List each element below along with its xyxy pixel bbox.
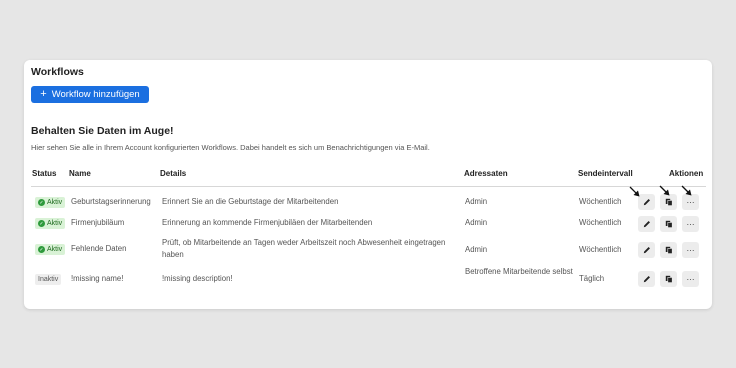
arrow-icon (659, 185, 670, 196)
edit-button[interactable] (638, 271, 655, 287)
status-badge: Inaktiv (35, 274, 62, 285)
add-workflow-button[interactable]: + Workflow hinzufügen (31, 86, 149, 103)
copy-button[interactable] (660, 242, 677, 258)
check-icon: ✓ (38, 246, 45, 253)
section-description: Hier sehen Sie alle in Ihrem Account kon… (31, 143, 430, 152)
header-details: Details (160, 169, 187, 178)
more-icon: ··· (686, 197, 695, 207)
row-recipients: Admin (465, 245, 488, 254)
pencil-icon (643, 276, 650, 283)
more-button[interactable]: ··· (682, 271, 699, 287)
more-icon: ··· (686, 219, 695, 229)
row-details: Erinnerung an kommende Firmenjubiläen de… (162, 218, 373, 227)
copy-button[interactable] (660, 216, 677, 232)
arrow-icon (629, 186, 640, 197)
row-interval: Wöchentlich (579, 197, 622, 206)
status-badge: ✓ Aktiv (35, 218, 66, 229)
row-recipients: Betroffene Mitarbeitende selbst (465, 267, 573, 276)
arrow-icon (681, 185, 692, 196)
copy-icon (665, 246, 673, 254)
check-icon: ✓ (38, 220, 45, 227)
row-details: Erinnert Sie an die Geburtstage der Mita… (162, 197, 339, 206)
row-interval: Täglich (579, 274, 605, 283)
header-name: Name (69, 169, 91, 178)
row-interval: Wöchentlich (579, 218, 622, 227)
pencil-icon (643, 247, 650, 254)
header-divider (31, 186, 706, 187)
header-actions: Aktionen (669, 169, 704, 178)
table-row: Inaktiv !missing name! !missing descript… (24, 265, 712, 297)
table-row: ✓ Aktiv Fehlende Daten Prüft, ob Mitarbe… (24, 238, 712, 266)
edit-button[interactable] (638, 242, 655, 258)
row-recipients: Admin (465, 197, 488, 206)
status-label: Inaktiv (38, 276, 59, 283)
status-badge: ✓ Aktiv (35, 197, 66, 208)
row-name: Fehlende Daten (71, 244, 127, 253)
more-button[interactable]: ··· (682, 242, 699, 258)
copy-button[interactable] (660, 271, 677, 287)
table-row: ✓ Aktiv Geburtstagserinnerung Erinnert S… (24, 191, 712, 215)
plus-icon: + (40, 88, 47, 100)
header-status: Status (32, 169, 57, 178)
row-name: Firmenjubiläum (71, 218, 125, 227)
more-icon: ··· (686, 245, 695, 255)
edit-button[interactable] (638, 216, 655, 232)
add-workflow-label: Workflow hinzufügen (51, 89, 140, 100)
copy-icon (665, 275, 673, 283)
row-name: !missing name! (71, 274, 124, 283)
pencil-icon (643, 199, 650, 206)
row-interval: Wöchentlich (579, 245, 622, 254)
more-icon: ··· (686, 274, 695, 284)
row-details: !missing description! (162, 274, 233, 283)
more-button[interactable]: ··· (682, 216, 699, 232)
copy-icon (665, 198, 673, 206)
table-row: ✓ Aktiv Firmenjubiläum Erinnerung an kom… (24, 215, 712, 239)
status-label: Aktiv (47, 246, 63, 253)
section-title: Behalten Sie Daten im Auge! (31, 125, 174, 137)
header-recipients: Adressaten (464, 169, 508, 178)
row-name: Geburtstagserinnerung (71, 197, 151, 206)
workflows-card: Workflows + Workflow hinzufügen Behalten… (24, 60, 712, 309)
row-details: Prüft, ob Mitarbeitende an Tagen weder A… (162, 238, 446, 259)
row-recipients: Admin (465, 218, 488, 227)
page-title: Workflows (31, 66, 84, 78)
copy-icon (665, 220, 673, 228)
pencil-icon (643, 221, 650, 228)
check-icon: ✓ (38, 199, 45, 206)
status-label: Aktiv (47, 199, 63, 206)
status-label: Aktiv (47, 220, 63, 227)
header-interval: Sendeintervall (578, 169, 633, 178)
status-badge: ✓ Aktiv (35, 244, 66, 255)
